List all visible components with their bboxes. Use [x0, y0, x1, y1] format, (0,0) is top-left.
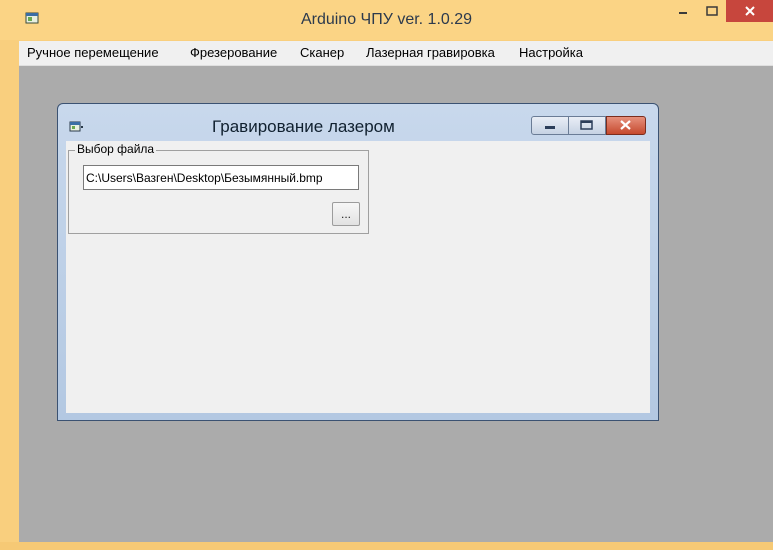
window-title: Arduino ЧПУ ver. 1.0.29 [300, 11, 473, 28]
child-window-title: Гравирование лазером [212, 117, 395, 136]
main-window: Arduino ЧПУ ver. 1.0.29 Ручное перемещен… [0, 0, 773, 550]
minimize-icon [545, 126, 555, 129]
laser-engraving-window: Гравирование лазером Выбор файла ... [57, 103, 659, 421]
close-icon [744, 6, 755, 16]
child-client-area: Выбор файла ... [66, 141, 650, 413]
child-window-controls [531, 116, 647, 136]
child-window-icon [69, 121, 83, 132]
file-selection-label: Выбор файла [75, 142, 157, 156]
child-close-button[interactable] [606, 116, 646, 135]
file-selection-group: Выбор файла ... [68, 142, 369, 234]
close-icon [620, 120, 631, 130]
menu-laser-engraving[interactable]: Лазерная гравировка [366, 45, 495, 60]
title-bar[interactable]: Arduino ЧПУ ver. 1.0.29 [0, 0, 773, 40]
menu-scanner[interactable]: Сканер [300, 45, 344, 60]
maximize-icon [706, 6, 718, 16]
menu-bar: Ручное перемещение Фрезерование Сканер Л… [19, 41, 773, 66]
browse-button[interactable]: ... [332, 202, 360, 226]
menu-milling[interactable]: Фрезерование [190, 45, 277, 60]
menu-settings[interactable]: Настройка [519, 45, 583, 60]
minimize-button[interactable] [668, 0, 698, 22]
child-minimize-button[interactable] [531, 116, 569, 135]
maximize-button[interactable] [698, 0, 726, 22]
close-button[interactable] [726, 0, 773, 22]
maximize-icon [580, 120, 593, 130]
file-path-input[interactable] [83, 165, 359, 190]
child-maximize-button[interactable] [568, 116, 606, 135]
minimize-icon [679, 12, 687, 14]
window-bottom-border [0, 542, 773, 550]
menu-manual-move[interactable]: Ручное перемещение [27, 45, 159, 60]
child-title-bar[interactable]: Гравирование лазером [58, 104, 658, 140]
